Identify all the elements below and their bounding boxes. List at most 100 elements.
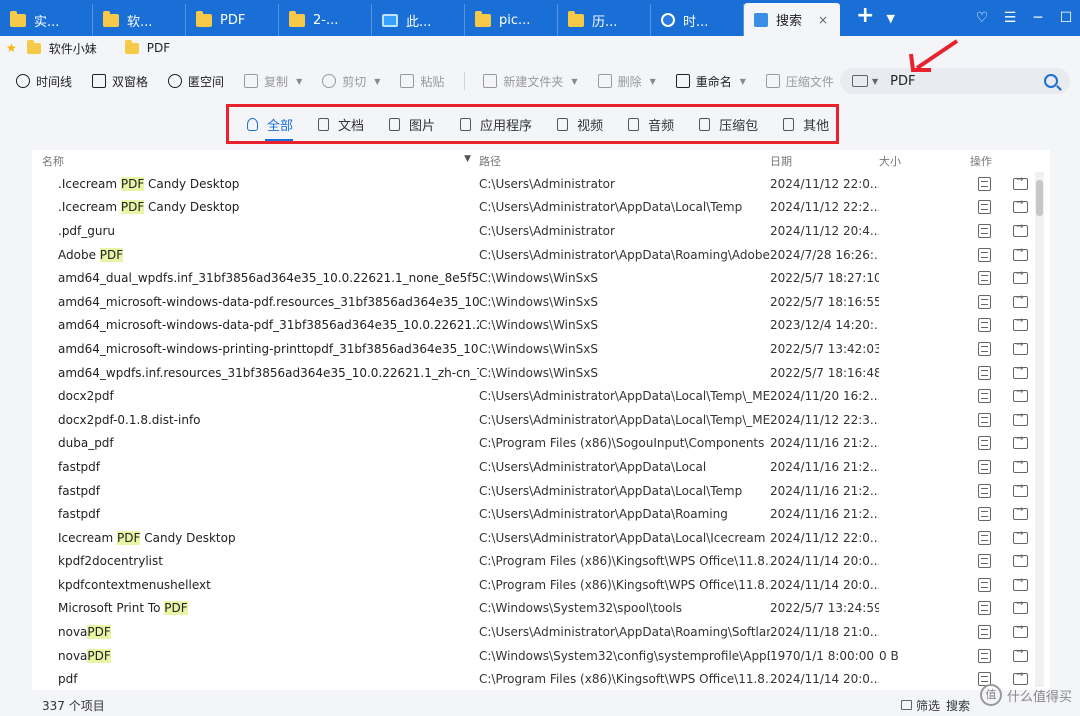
tab-item[interactable]: 时...: [651, 4, 744, 36]
table-row[interactable]: Icecream PDF Candy Desktop C:\Users\Admin…: [32, 526, 1050, 550]
move-to-icon[interactable]: [1013, 552, 1028, 568]
open-location-icon[interactable]: [978, 577, 991, 592]
table-row[interactable]: amd64_dual_wpdfs.inf_31bf3856ad364e35_10…: [32, 266, 1050, 290]
move-to-icon[interactable]: [1013, 175, 1028, 190]
skin-icon[interactable]: ♡: [968, 10, 996, 26]
open-location-icon[interactable]: [978, 459, 991, 474]
tab-item[interactable]: PDF: [186, 4, 279, 36]
category-tab[interactable]: 图片: [389, 115, 435, 134]
category-tab[interactable]: 其他: [783, 115, 829, 134]
column-size-header[interactable]: 大小: [879, 153, 970, 169]
tab-item[interactable]: 此...: [372, 4, 465, 36]
move-to-icon[interactable]: [1013, 623, 1028, 639]
star-icon[interactable]: ★: [6, 41, 17, 55]
open-location-icon[interactable]: [978, 412, 991, 427]
tab-item[interactable]: 软...: [93, 4, 186, 36]
move-to-icon[interactable]: [1013, 340, 1028, 355]
category-tab[interactable]: 应用程序: [460, 115, 532, 134]
open-location-icon[interactable]: [978, 318, 991, 333]
table-row[interactable]: novaPDF C:\Users\Administrator\AppData\Ro…: [32, 620, 1050, 644]
category-tab[interactable]: 视频: [557, 115, 603, 134]
open-location-icon[interactable]: [978, 648, 991, 663]
category-tab[interactable]: 音频: [628, 115, 674, 134]
filter-button[interactable]: 筛选: [916, 697, 940, 714]
move-to-icon[interactable]: [1013, 458, 1028, 473]
open-location-icon[interactable]: [978, 389, 991, 404]
open-location-icon[interactable]: [978, 554, 991, 569]
move-to-icon[interactable]: [1013, 198, 1028, 214]
category-tab[interactable]: 全部: [247, 115, 294, 141]
tab-item[interactable]: 历...: [558, 4, 651, 36]
move-to-icon[interactable]: [1013, 269, 1028, 285]
move-to-icon[interactable]: [1013, 576, 1028, 591]
move-to-icon[interactable]: [1013, 222, 1028, 237]
open-location-icon[interactable]: [978, 507, 991, 522]
chevron-down-icon[interactable]: ▼: [872, 77, 878, 86]
table-row[interactable]: amd64_wpdfs.inf.resources_31bf3856ad364e…: [32, 361, 1050, 385]
move-to-icon[interactable]: [1013, 482, 1028, 497]
column-name-header[interactable]: 名称 ▼: [32, 153, 479, 169]
open-location-icon[interactable]: [978, 247, 991, 262]
paste-button[interactable]: 粘贴: [400, 73, 444, 90]
category-tab[interactable]: 压缩包: [699, 115, 758, 134]
table-row[interactable]: kpdf2docentrylist C:\Program Files (x86)\…: [32, 550, 1050, 574]
column-path-header[interactable]: 路径: [479, 153, 770, 169]
bookmark-item[interactable]: PDF: [124, 39, 170, 55]
open-location-icon[interactable]: [978, 365, 991, 380]
delete-button[interactable]: 删除 ▼: [597, 73, 656, 90]
sort-descending-icon[interactable]: ▼: [464, 154, 471, 164]
open-location-icon[interactable]: [978, 271, 991, 286]
table-row[interactable]: Microsoft Print To PDF C:\Windows\System3…: [32, 597, 1050, 621]
vertical-scrollbar[interactable]: [1035, 172, 1044, 687]
minimize-button[interactable]: ─: [1024, 10, 1052, 26]
private-space-button[interactable]: 匿空间: [168, 73, 224, 90]
table-row[interactable]: .pdf_guru C:\Users\Administrator 2024/11/1…: [32, 219, 1050, 243]
tab-search[interactable]: 搜索 ×: [744, 3, 840, 36]
tab-list-chevron-icon[interactable]: ▼: [886, 12, 894, 25]
new-tab-button[interactable]: +: [856, 3, 874, 28]
bookmark-item[interactable]: 软件小妹: [26, 39, 97, 57]
menu-icon[interactable]: ☰: [996, 10, 1024, 26]
move-to-icon[interactable]: [1013, 647, 1028, 662]
maximize-button[interactable]: ☐: [1052, 10, 1080, 26]
table-row[interactable]: pdf C:\Program Files (x86)\Kingsoft\WPS O…: [32, 667, 1050, 690]
tab-item[interactable]: 实...: [0, 4, 93, 36]
move-to-icon[interactable]: [1013, 387, 1028, 403]
move-to-icon[interactable]: [1013, 246, 1028, 261]
column-date-header[interactable]: 日期: [770, 153, 879, 169]
table-row[interactable]: amd64_microsoft-windows-data-pdf.resourc…: [32, 290, 1050, 314]
table-row[interactable]: docx2pdf-0.1.8.dist-info C:\Users\Adminis…: [32, 408, 1050, 432]
open-location-icon[interactable]: [978, 530, 991, 545]
scrollbar-thumb[interactable]: [1036, 180, 1043, 216]
table-row[interactable]: fastpdf C:\Users\Administrator\AppData\Lo…: [32, 479, 1050, 503]
table-row[interactable]: duba_pdf C:\Program Files (x86)\SogouInpu…: [32, 432, 1050, 456]
open-location-icon[interactable]: [978, 436, 991, 451]
table-row[interactable]: kpdfcontextmenushellext C:\Program Files …: [32, 573, 1050, 597]
open-location-icon[interactable]: [978, 200, 991, 215]
new-folder-button[interactable]: 新建文件夹 ▼: [483, 73, 578, 90]
table-row[interactable]: .Icecream PDF Candy Desktop C:\Users\Admi…: [32, 172, 1050, 196]
search-icon[interactable]: [1044, 74, 1058, 88]
open-location-icon[interactable]: [978, 341, 991, 356]
category-tab[interactable]: 文档: [318, 115, 364, 134]
table-row[interactable]: fastpdf C:\Users\Administrator\AppData\Lo…: [32, 455, 1050, 479]
tab-item[interactable]: 2-...: [279, 4, 372, 36]
copy-button[interactable]: 复制 ▼: [244, 73, 302, 90]
move-to-icon[interactable]: [1013, 316, 1028, 332]
table-row[interactable]: novaPDF C:\Windows\System32\config\system…: [32, 644, 1050, 668]
compress-button[interactable]: 压缩文件▼: [765, 73, 848, 90]
filter-icon[interactable]: [900, 700, 912, 710]
open-location-icon[interactable]: [978, 223, 991, 238]
open-location-icon[interactable]: [978, 601, 991, 616]
rename-button[interactable]: 重命名 ▼: [675, 73, 746, 90]
close-icon[interactable]: ×: [818, 13, 828, 27]
move-to-icon[interactable]: [1013, 434, 1028, 450]
move-to-icon[interactable]: [1013, 505, 1028, 521]
open-location-icon[interactable]: [978, 625, 991, 640]
folder-scope-icon[interactable]: [852, 75, 868, 87]
table-row[interactable]: amd64_microsoft-windows-printing-printto…: [32, 337, 1050, 361]
table-row[interactable]: .Icecream PDF Candy Desktop C:\Users\Admi…: [32, 196, 1050, 220]
table-row[interactable]: Adobe PDF C:\Users\Administrator\AppData\…: [32, 243, 1050, 267]
tab-item[interactable]: pic...: [465, 4, 558, 36]
cut-button[interactable]: 剪切 ▼: [322, 73, 380, 90]
